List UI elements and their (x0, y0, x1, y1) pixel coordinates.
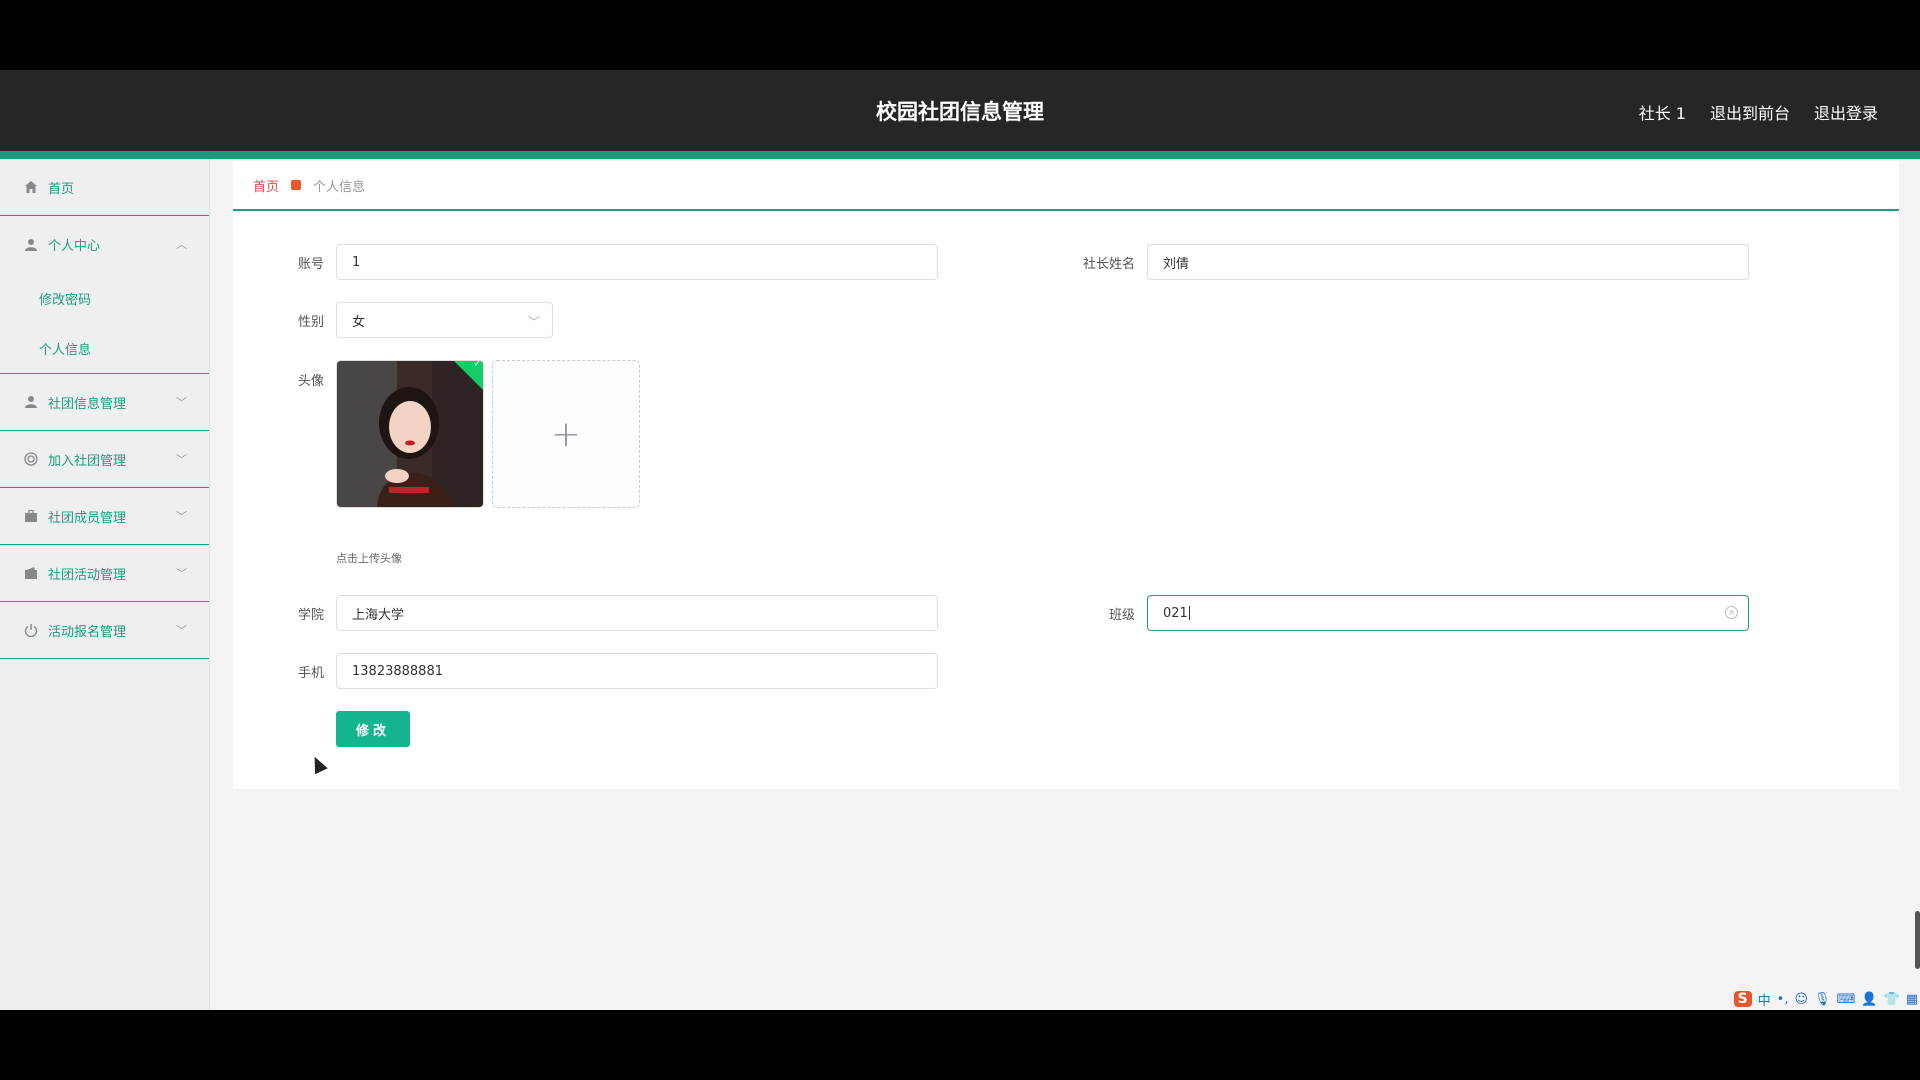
submit-row: 修改 (336, 711, 410, 747)
avatar-photo (337, 361, 483, 507)
phone-label: 手机 (297, 665, 324, 681)
sidebar-subitem-personal-info[interactable]: 个人信息 (0, 323, 209, 373)
sidebar-item-label: 社团活动管理 (48, 567, 127, 583)
sidebar-group-personal: 个人中心 ︿ 修改密码 个人信息 (0, 216, 209, 374)
ime-mode[interactable]: 中 (1758, 990, 1771, 1009)
microphone-icon[interactable]: 🎙 (1814, 992, 1831, 1007)
app-title: 校园社团信息管理 (876, 100, 1044, 124)
header-actions: 社长 1 退出到前台 退出登录 (1639, 100, 1878, 124)
school-row: 学院 上海大学 (293, 595, 938, 631)
sidebar-item-label: 加入社团管理 (48, 453, 127, 469)
sidebar-item-home[interactable]: 首页 (0, 159, 209, 216)
name-label: 社长姓名 (1082, 256, 1135, 272)
chevron-down-icon: ﹀ (176, 624, 187, 637)
class-input-value: 021 (1163, 605, 1188, 621)
breadcrumb: 首页 个人信息 (233, 161, 1899, 211)
briefcase-icon (24, 509, 38, 523)
user-icon[interactable]: 👤 (1861, 992, 1877, 1007)
class-input[interactable]: 021 ✕ (1147, 595, 1749, 631)
emoji-icon[interactable]: ☺ (1794, 992, 1808, 1007)
sidebar-item-label: 社团成员管理 (48, 510, 127, 526)
breadcrumb-home[interactable]: 首页 (253, 176, 279, 195)
name-input[interactable]: 刘倩 (1147, 244, 1749, 280)
app-body: 首页 个人中心 ︿ 修改密码 个人信息 社团信息管理 ﹀ 加入社团管理 ﹀ 社团… (0, 159, 1920, 1010)
modify-button[interactable]: 修改 (336, 711, 410, 747)
sidebar-subitem-change-password[interactable]: 修改密码 (0, 273, 209, 323)
school-input[interactable]: 上海大学 (336, 595, 938, 631)
grid-icon[interactable]: ▦ (1906, 992, 1918, 1007)
breadcrumb-separator-icon (291, 180, 302, 190)
gender-select-value: 女 (352, 314, 366, 330)
account-label: 账号 (297, 256, 324, 272)
gender-row: 性别 女 ﹀ (293, 302, 553, 338)
clear-icon[interactable]: ✕ (1725, 606, 1738, 619)
phone-input[interactable]: 13823888881 (336, 653, 938, 689)
chevron-down-icon: ﹀ (176, 510, 187, 523)
chevron-down-icon: ﹀ (176, 567, 187, 580)
app-header: 校园社团信息管理 社长 1 退出到前台 退出登录 (0, 70, 1920, 152)
avatar-upload-button[interactable]: + (492, 360, 640, 508)
sidebar-item-personal-center[interactable]: 个人中心 ︿ (0, 216, 209, 273)
home-icon (24, 180, 38, 194)
class-label: 班级 (1108, 607, 1135, 623)
sidebar-item-label: 个人中心 (48, 239, 101, 254)
power-icon (24, 623, 38, 637)
school-label: 学院 (297, 607, 324, 623)
name-row: 社长姓名 刘倩 (1075, 244, 1749, 280)
exit-to-frontend-link[interactable]: 退出到前台 (1710, 100, 1790, 124)
sidebar-item-club-info[interactable]: 社团信息管理 ﹀ (0, 374, 209, 431)
ime-logo-icon[interactable]: S (1733, 991, 1752, 1007)
plus-icon: + (550, 413, 582, 455)
sidebar-item-join-club[interactable]: 加入社团管理 ﹀ (0, 431, 209, 488)
account-row: 账号 1 (293, 244, 938, 280)
avatar-image[interactable]: ✓ (336, 360, 484, 508)
main-content: 首页 个人信息 账号 1 社长姓名 刘倩 性别 女 ﹀ 头像 ✓ + 点击上传头… (233, 161, 1899, 789)
user-icon (24, 395, 38, 409)
shirt-icon[interactable]: 👕 (1884, 992, 1900, 1007)
chevron-down-icon: ﹀ (527, 315, 540, 329)
sidebar-item-label: 首页 (48, 181, 75, 197)
gender-label: 性别 (297, 314, 324, 330)
screen-top-border (0, 0, 1920, 70)
sidebar-item-activity-signup[interactable]: 活动报名管理 ﹀ (0, 602, 209, 659)
phone-row: 手机 13823888881 (293, 653, 938, 689)
ime-toolbar: S 中 •, ☺ 🎙 ⌨ 👤 👕 ▦ (1733, 989, 1918, 1009)
header-accent-bar (0, 151, 1920, 159)
wallet-icon (24, 566, 38, 580)
check-icon: ✓ (473, 360, 482, 370)
avatar-upload-tip: 点击上传头像 (336, 552, 402, 565)
class-row: 班级 021 ✕ (1075, 595, 1749, 631)
chevron-down-icon: ﹀ (176, 453, 187, 466)
screen-bottom-border (0, 1010, 1920, 1080)
avatar-label: 头像 (297, 374, 324, 389)
breadcrumb-current: 个人信息 (313, 179, 366, 195)
sidebar: 首页 个人中心 ︿ 修改密码 个人信息 社团信息管理 ﹀ 加入社团管理 ﹀ 社团… (0, 159, 210, 1010)
current-user-label: 社长 1 (1638, 104, 1686, 123)
avatar-row: 头像 ✓ + (293, 360, 640, 508)
gender-select[interactable]: 女 ﹀ (336, 302, 553, 338)
chevron-down-icon: ﹀ (176, 396, 187, 409)
sidebar-item-label: 社团信息管理 (48, 396, 127, 412)
page-scrollbar-thumb[interactable] (1915, 911, 1920, 969)
ime-punctuation-icon[interactable]: •, (1777, 992, 1789, 1007)
text-caret (1188, 606, 1190, 620)
user-icon (24, 238, 38, 252)
chevron-up-icon: ︿ (176, 238, 187, 251)
sidebar-item-label: 活动报名管理 (48, 624, 127, 640)
logout-link[interactable]: 退出登录 (1814, 100, 1878, 124)
keyboard-icon[interactable]: ⌨ (1837, 992, 1856, 1007)
sidebar-item-club-members[interactable]: 社团成员管理 ﹀ (0, 488, 209, 545)
avatar-tip-row: 点击上传头像 (336, 550, 402, 566)
sidebar-item-club-activities[interactable]: 社团活动管理 ﹀ (0, 545, 209, 602)
circle-icon (24, 452, 38, 466)
account-input[interactable]: 1 (336, 244, 938, 280)
